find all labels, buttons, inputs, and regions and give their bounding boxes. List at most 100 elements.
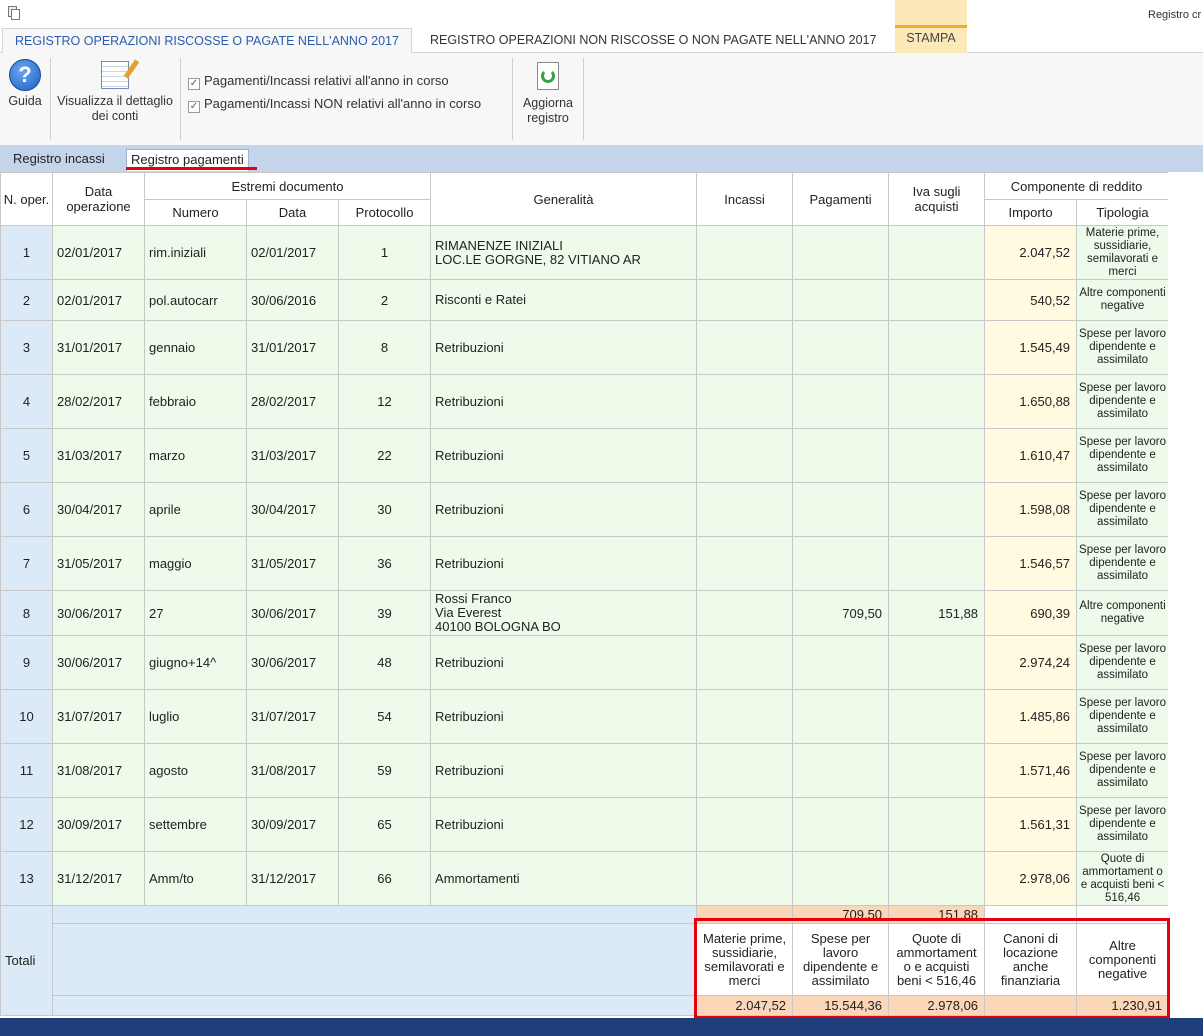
cell-iva (888, 482, 986, 537)
checkbox-anno-in-corso-label: Pagamenti/Incassi relativi all'anno in c… (204, 73, 449, 88)
header-estremi-documento: Estremi documento (143, 172, 432, 200)
tab-stampa[interactable]: STAMPA (895, 25, 967, 53)
help-icon: ? (9, 59, 41, 91)
cell-iva (888, 428, 986, 483)
cell-numero: 27 (144, 590, 247, 636)
cell-data-operazione: 30/09/2017 (52, 797, 145, 852)
cell-incassi (696, 225, 794, 280)
header-n-oper: N. oper. (0, 172, 53, 226)
stampa-tab-highlight (895, 0, 967, 28)
table-row[interactable]: 10 31/07/2017 luglio 31/07/2017 54 Retribuzio… (0, 689, 1170, 744)
tab-registro-riscosse[interactable]: REGISTRO OPERAZIONI RISCOSSE O PAGATE NE… (2, 28, 412, 53)
table-row[interactable]: 11 31/08/2017 agosto 31/08/2017 59 Retribuzio… (0, 743, 1170, 798)
header-numero: Numero (144, 199, 247, 226)
totali-empty (1076, 905, 1170, 924)
cell-numero: rim.iniziali (144, 225, 247, 280)
cell-generalita: Rossi Franco Via Everest 40100 BOLOGNA BO (430, 590, 698, 636)
cell-generalita: Retribuzioni (430, 428, 698, 483)
cell-data: 31/03/2017 (246, 428, 339, 483)
cell-tipologia: Spese per lavoro dipendente e assimilato (1076, 536, 1170, 591)
cell-data-operazione: 30/04/2017 (52, 482, 145, 537)
table-row[interactable]: 9 30/06/2017 giugno+14^ 30/06/2017 48 Retribu… (0, 635, 1170, 690)
totali-cat-value (984, 995, 1078, 1016)
header-incassi: Incassi (696, 172, 794, 226)
cell-iva (888, 374, 986, 429)
cell-importo: 1.610,47 (984, 428, 1078, 483)
cell-incassi (696, 635, 794, 690)
cell-n-oper: 6 (0, 482, 53, 537)
header-componente-reddito: Componente di reddito (984, 172, 1170, 200)
cell-protocollo: 66 (337, 851, 432, 906)
checkbox-checked-icon[interactable]: ✓ (188, 101, 200, 113)
checkbox-non-anno-in-corso[interactable]: ✓ Pagamenti/Incassi NON relativi all'anno… (188, 96, 481, 113)
app-icon (8, 6, 20, 20)
cell-numero: maggio (144, 536, 247, 591)
cell-importo: 1.545,49 (984, 320, 1078, 375)
cell-pagamenti (792, 689, 890, 744)
cell-n-oper: 7 (0, 536, 53, 591)
cell-data: 31/05/2017 (246, 536, 339, 591)
cell-tipologia: Altre componenti negative (1076, 590, 1170, 636)
totali-cat-label: Canoni di locazione anche finanziaria (984, 923, 1078, 996)
checkbox-non-anno-in-corso-label: Pagamenti/Incassi NON relativi all'anno … (204, 96, 482, 111)
cell-tipologia: Spese per lavoro dipendente e assimilato (1076, 797, 1170, 852)
cell-importo: 2.978,06 (984, 851, 1078, 906)
totali-incassi (696, 905, 794, 924)
totali-pagamenti: 709,50 (792, 905, 890, 924)
totali-cat-value: 1.230,91 (1076, 995, 1170, 1016)
table-row[interactable]: 4 28/02/2017 febbraio 28/02/2017 12 Retribuzi… (0, 374, 1170, 429)
cell-n-oper: 9 (0, 635, 53, 690)
cell-incassi (696, 743, 794, 798)
cell-generalita: Retribuzioni (430, 689, 698, 744)
cell-incassi (696, 590, 794, 636)
table-row[interactable]: 13 31/12/2017 Amm/to 31/12/2017 66 Ammortamen… (0, 851, 1170, 906)
cell-data-operazione: 02/01/2017 (52, 279, 145, 321)
table-row[interactable]: 3 31/01/2017 gennaio 31/01/2017 8 Retribuzion… (0, 320, 1170, 375)
header-pagamenti: Pagamenti (792, 172, 890, 226)
cell-pagamenti (792, 225, 890, 280)
cell-generalita: Retribuzioni (430, 743, 698, 798)
cell-incassi (696, 689, 794, 744)
generalita-line: Retribuzioni (435, 339, 504, 355)
cell-iva (888, 320, 986, 375)
cell-data: 31/08/2017 (246, 743, 339, 798)
subtab-registro-incassi[interactable]: Registro incassi (9, 149, 109, 171)
cell-protocollo: 22 (337, 428, 432, 483)
table-row[interactable]: 8 30/06/2017 27 30/06/2017 39 Rossi Franco Via… (0, 590, 1170, 636)
cell-importo: 1.546,57 (984, 536, 1078, 591)
aggiorna-registro-button[interactable]: Aggiorna registro (516, 59, 580, 126)
tab-registro-non-riscosse[interactable]: REGISTRO OPERAZIONI NON RISCOSSE O NON P… (418, 28, 888, 53)
cell-numero: marzo (144, 428, 247, 483)
table-row[interactable]: 12 30/09/2017 settembre 30/09/2017 65 Retribu… (0, 797, 1170, 852)
cell-data: 30/04/2017 (246, 482, 339, 537)
cell-data: 31/12/2017 (246, 851, 339, 906)
checkbox-anno-in-corso[interactable]: ✓ Pagamenti/Incassi relativi all'anno in … (188, 73, 449, 90)
ribbon-separator (50, 58, 51, 140)
table-row[interactable]: 1 02/01/2017 rim.iniziali 02/01/2017 1 RIMANE… (0, 225, 1170, 280)
cell-importo: 2.974,24 (984, 635, 1078, 690)
cell-tipologia: Materie prime, sussidiarie, semilavorati… (1076, 225, 1170, 280)
cell-data: 02/01/2017 (246, 225, 339, 280)
table-row[interactable]: 7 31/05/2017 maggio 31/05/2017 36 Retribuzion… (0, 536, 1170, 591)
generalita-line: 40100 BOLOGNA BO (435, 619, 561, 634)
table-row[interactable]: 6 30/04/2017 aprile 30/04/2017 30 Retribuzion… (0, 482, 1170, 537)
cell-data: 31/07/2017 (246, 689, 339, 744)
generalita-line: Retribuzioni (435, 393, 504, 409)
table-row[interactable]: 5 31/03/2017 marzo 31/03/2017 22 Retribuzioni… (0, 428, 1170, 483)
table-row[interactable]: 2 02/01/2017 pol.autocarr 30/06/2016 2 Riscon… (0, 279, 1170, 321)
visualizza-dettaglio-button[interactable]: Visualizza il dettaglio dei conti (55, 59, 175, 124)
cell-n-oper: 8 (0, 590, 53, 636)
cell-generalita: Retribuzioni (430, 536, 698, 591)
checkbox-checked-icon[interactable]: ✓ (188, 78, 200, 90)
cell-iva: 151,88 (888, 590, 986, 636)
cell-importo: 540,52 (984, 279, 1078, 321)
cell-data: 30/09/2017 (246, 797, 339, 852)
guida-button[interactable]: ? Guida (4, 59, 46, 109)
header-iva: Iva sugli acquisti (888, 172, 986, 226)
edit-document-icon (101, 59, 140, 89)
totali-spacer (51, 995, 698, 1016)
cell-tipologia: Quote di ammortament o e acquisti beni <… (1076, 851, 1170, 906)
ribbon-separator (583, 58, 584, 140)
cell-generalita: Retribuzioni (430, 635, 698, 690)
cell-protocollo: 1 (337, 225, 432, 280)
